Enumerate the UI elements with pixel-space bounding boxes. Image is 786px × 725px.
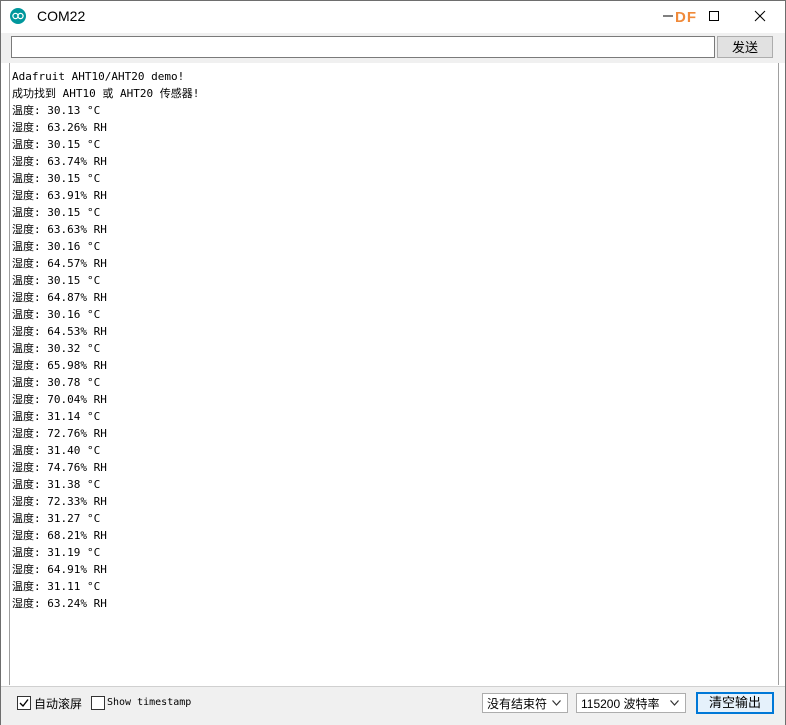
- output-line: 湿度: 72.33% RH: [12, 495, 107, 508]
- line-ending-select[interactable]: 没有结束符: [482, 693, 568, 713]
- checkmark-icon: [19, 699, 29, 708]
- output-line: 湿度: 63.91% RH: [12, 189, 107, 202]
- show-timestamp-checkbox[interactable]: [91, 696, 105, 710]
- output-line: 温度: 30.16 °C: [12, 308, 101, 321]
- output-line: 温度: 31.19 °C: [12, 546, 101, 559]
- output-line: 温度: 30.16 °C: [12, 240, 101, 253]
- output-line: 湿度: 74.76% RH: [12, 461, 107, 474]
- output-line: 温度: 31.27 °C: [12, 512, 101, 525]
- output-line: 湿度: 64.91% RH: [12, 563, 107, 576]
- output-line: 湿度: 63.24% RH: [12, 597, 107, 610]
- minimize-button[interactable]: [645, 1, 691, 31]
- chevron-down-icon: [670, 700, 679, 706]
- output-line: 湿度: 68.21% RH: [12, 529, 107, 542]
- minimize-icon: [663, 15, 673, 17]
- output-line: 湿度: 64.87% RH: [12, 291, 107, 304]
- output-line: 温度: 30.78 °C: [12, 376, 101, 389]
- maximize-button[interactable]: [691, 1, 737, 31]
- window-title: COM22: [37, 8, 86, 24]
- maximize-icon: [709, 11, 719, 21]
- output-line: 温度: 30.13 °C: [12, 104, 101, 117]
- serial-output-lines: Adafruit AHT10/AHT20 demo! 成功找到 AHT10 或 A…: [12, 68, 199, 612]
- arduino-logo-icon: [10, 8, 26, 24]
- autoscroll-checkbox[interactable]: [17, 696, 31, 710]
- output-line: 温度: 30.15 °C: [12, 172, 101, 185]
- baud-rate-value: 115200 波特率: [581, 697, 660, 711]
- output-line: 湿度: 64.53% RH: [12, 325, 107, 338]
- send-bar: 发送: [1, 33, 785, 63]
- autoscroll-label[interactable]: 自动滚屏: [34, 695, 82, 712]
- output-line: 湿度: 70.04% RH: [12, 393, 107, 406]
- output-line: 温度: 31.40 °C: [12, 444, 101, 457]
- output-line: 温度: 31.14 °C: [12, 410, 101, 423]
- chevron-down-icon: [552, 700, 561, 706]
- send-input[interactable]: [11, 36, 715, 58]
- output-line: 湿度: 63.26% RH: [12, 121, 107, 134]
- output-line: 温度: 30.32 °C: [12, 342, 101, 355]
- output-line: 湿度: 63.74% RH: [12, 155, 107, 168]
- close-button[interactable]: [737, 1, 783, 31]
- output-line: 温度: 30.15 °C: [12, 274, 101, 287]
- output-line: 湿度: 72.76% RH: [12, 427, 107, 440]
- baud-rate-select[interactable]: 115200 波特率: [576, 693, 686, 713]
- title-bar[interactable]: COM22 DF: [1, 1, 785, 33]
- serial-output-area[interactable]: Adafruit AHT10/AHT20 demo! 成功找到 AHT10 或 A…: [9, 63, 779, 685]
- output-line: 湿度: 63.63% RH: [12, 223, 107, 236]
- output-line: 温度: 31.38 °C: [12, 478, 101, 491]
- close-icon: [754, 10, 766, 22]
- status-bar: 自动滚屏 Show timestamp 没有结束符 115200 波特率 清空输…: [1, 686, 785, 725]
- output-line: 湿度: 65.98% RH: [12, 359, 107, 372]
- line-ending-value: 没有结束符: [487, 697, 548, 711]
- clear-output-button[interactable]: 清空输出: [696, 692, 774, 714]
- output-line: 湿度: 64.57% RH: [12, 257, 107, 270]
- output-line: 成功找到 AHT10 或 AHT20 传感器!: [12, 87, 200, 100]
- serial-monitor-window: COM22 DF 发送 Adafruit AHT10/AHT20 demo! 成功…: [0, 0, 786, 725]
- output-line: 温度: 30.15 °C: [12, 138, 101, 151]
- output-line: Adafruit AHT10/AHT20 demo!: [12, 70, 185, 83]
- output-line: 温度: 31.11 °C: [12, 580, 101, 593]
- output-line: 温度: 30.15 °C: [12, 206, 101, 219]
- show-timestamp-label[interactable]: Show timestamp: [107, 697, 191, 708]
- send-button[interactable]: 发送: [717, 36, 773, 58]
